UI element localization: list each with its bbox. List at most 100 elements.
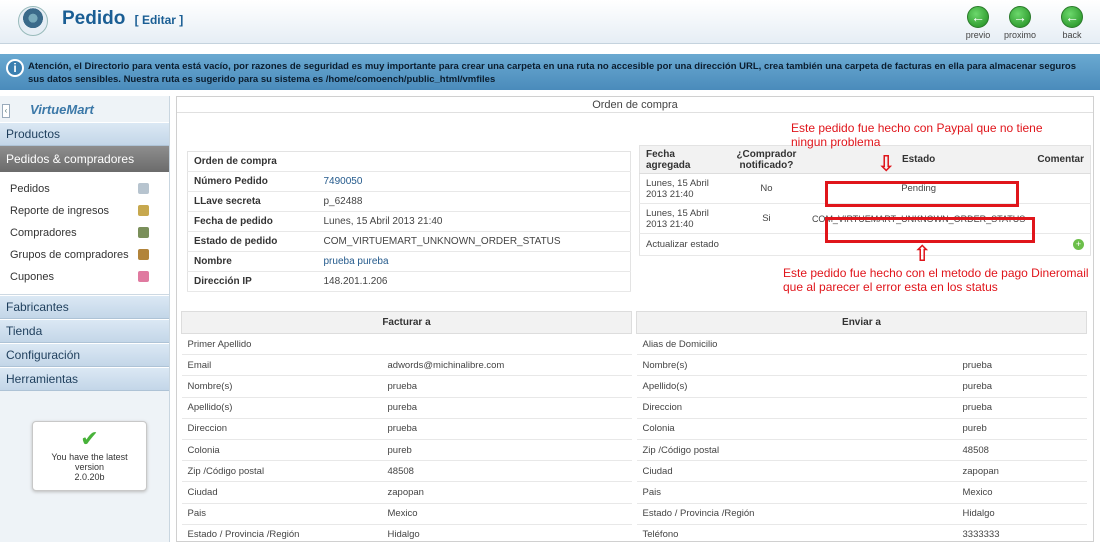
shipping-key: Direccion bbox=[636, 397, 957, 419]
shipping-value: prueba bbox=[956, 354, 1087, 377]
next-button[interactable]: → proximo bbox=[1000, 6, 1040, 40]
sidebar-item-compradores[interactable]: Compradores bbox=[0, 222, 169, 244]
order-key: Estado de pedido bbox=[187, 231, 318, 252]
status-comment bbox=[1031, 173, 1091, 204]
sidebar-item-label: Reporte de ingresos bbox=[10, 205, 110, 217]
order-key: Número Pedido bbox=[187, 171, 318, 192]
table-row: Email adwords@michinalibre.com bbox=[181, 354, 632, 377]
table-row: Ciudad zapopan bbox=[181, 481, 632, 504]
sidebar-item-reporte-ingresos[interactable]: Reporte de ingresos bbox=[0, 200, 169, 222]
sidebar-item-grupos-compradores[interactable]: Grupos de compradores bbox=[0, 244, 169, 266]
shipping-value: prueba bbox=[956, 397, 1087, 419]
column-header: Comentar bbox=[1031, 145, 1091, 174]
header: Pedido [ Editar ] ← previo → proximo ← b… bbox=[0, 0, 1100, 44]
shipping-key: Alias de Domicilio bbox=[636, 333, 957, 356]
sidebar-item-tienda[interactable]: Tienda bbox=[0, 319, 169, 343]
billing-key: Direccion bbox=[181, 418, 382, 440]
page-title: Pedido [ Editar ] bbox=[62, 8, 183, 30]
main-title: Orden de compra bbox=[177, 97, 1093, 113]
sidebar-item-configuracion[interactable]: Configuración bbox=[0, 343, 169, 367]
order-info-heading: Orden de compra bbox=[187, 151, 631, 172]
billing-key: Colonia bbox=[181, 439, 382, 462]
back-button[interactable]: ← back bbox=[1052, 6, 1092, 40]
back-label: back bbox=[1062, 30, 1082, 40]
table-row: Apellido(s) pureba bbox=[181, 397, 632, 419]
groups-icon bbox=[138, 249, 149, 260]
collapse-sidebar-icon[interactable]: ‹ bbox=[2, 104, 10, 118]
billing-key: Nombre(s) bbox=[181, 375, 382, 398]
table-row: Teléfono 3333333 bbox=[636, 524, 1087, 542]
shipping-key: Colonia bbox=[636, 418, 957, 440]
table-row: Estado / Provincia /Región Hidalgo bbox=[181, 524, 632, 542]
column-header: ¿Comprador notificado? bbox=[726, 145, 806, 174]
buyers-icon bbox=[138, 227, 149, 238]
sidebar-item-productos[interactable]: Productos bbox=[0, 122, 169, 146]
secret-key-value: p_62488 bbox=[317, 191, 631, 212]
sidebar-item-label: Grupos de compradores bbox=[10, 249, 129, 261]
arrow-down-icon: ⇩ bbox=[877, 151, 896, 176]
customer-name-link[interactable]: prueba pureba bbox=[317, 251, 631, 272]
sidebar-item-cupones[interactable]: Cupones bbox=[0, 266, 169, 288]
page-title-text: Pedido bbox=[62, 8, 126, 29]
shipping-heading: Enviar a bbox=[636, 311, 1087, 334]
table-row: Pais Mexico bbox=[636, 481, 1087, 504]
previous-button[interactable]: ← previo bbox=[958, 6, 998, 40]
order-key: Dirección IP bbox=[187, 271, 318, 292]
annotation-paypal: Este pedido fue hecho con Paypal que no … bbox=[791, 121, 1043, 149]
billing-key: Ciudad bbox=[181, 481, 382, 504]
billing-key: Estado / Provincia /Región bbox=[181, 524, 382, 542]
order-number[interactable]: 7490050 bbox=[317, 171, 631, 192]
table-row: Colonia pureb bbox=[181, 439, 632, 462]
orders-icon bbox=[138, 183, 149, 194]
sidebar: ‹ VirtueMart Productos Pedidos & comprad… bbox=[0, 96, 170, 542]
table-row: LLave secreta p_62488 bbox=[187, 191, 631, 212]
arrow-up-icon: ⇧ bbox=[913, 241, 932, 266]
app-logo-icon bbox=[18, 6, 48, 36]
next-label: proximo bbox=[1003, 30, 1036, 40]
table-row: Dirección IP 148.201.1.206 bbox=[187, 271, 631, 292]
sidebar-item-pedidos-compradores[interactable]: Pedidos & compradores bbox=[0, 146, 169, 172]
table-row: Pais Mexico bbox=[181, 503, 632, 525]
shipping-value bbox=[956, 333, 1087, 356]
billing-value bbox=[381, 333, 632, 356]
table-row: Direccion prueba bbox=[181, 418, 632, 440]
virtuemart-logo: VirtueMart bbox=[30, 102, 94, 117]
sidebar-item-label: Pedidos bbox=[10, 183, 50, 195]
billing-value: Mexico bbox=[381, 503, 632, 525]
table-row: Nombre prueba pureba bbox=[187, 251, 631, 272]
add-status-icon[interactable]: + bbox=[1073, 239, 1084, 250]
order-key: Fecha de pedido bbox=[187, 211, 318, 232]
billing-value: pureb bbox=[381, 439, 632, 462]
sidebar-item-fabricantes[interactable]: Fabricantes bbox=[0, 295, 169, 319]
shipping-key: Apellido(s) bbox=[636, 375, 957, 398]
shipping-key: Nombre(s) bbox=[636, 354, 957, 377]
coupon-icon bbox=[138, 271, 149, 282]
order-date-value: Lunes, 15 Abril 2013 21:40 bbox=[317, 211, 631, 232]
shipping-table: Enviar a Alias de Domicilio Nombre(s) pru… bbox=[636, 311, 1087, 542]
sidebar-item-herramientas[interactable]: Herramientas bbox=[0, 367, 169, 391]
edit-link[interactable]: [ Editar ] bbox=[135, 13, 184, 27]
table-row: Nombre(s) prueba bbox=[181, 375, 632, 398]
status-notified: Si bbox=[726, 203, 806, 234]
table-row: Fecha de pedido Lunes, 15 Abril 2013 21:4… bbox=[187, 211, 631, 232]
table-row: Zip /Código postal 48508 bbox=[181, 460, 632, 483]
report-icon bbox=[138, 205, 149, 216]
shipping-value: pureba bbox=[956, 375, 1087, 398]
status-comment bbox=[1031, 203, 1091, 234]
table-row: Colonia pureb bbox=[636, 418, 1087, 440]
previous-label: previo bbox=[965, 30, 991, 40]
sidebar-item-pedidos[interactable]: Pedidos bbox=[0, 178, 169, 200]
order-key: LLave secreta bbox=[187, 191, 318, 212]
sidebar-item-label: Cupones bbox=[10, 271, 55, 283]
version-number: 2.0.20b bbox=[74, 472, 105, 482]
shipping-key: Ciudad bbox=[636, 460, 957, 483]
arrow-left-icon: ← bbox=[967, 6, 989, 28]
table-row: Alias de Domicilio bbox=[636, 333, 1087, 356]
billing-heading: Facturar a bbox=[181, 311, 632, 334]
shipping-value: 48508 bbox=[956, 439, 1087, 462]
billing-key: Email bbox=[181, 354, 382, 377]
shipping-value: pureb bbox=[956, 418, 1087, 440]
billing-key: Pais bbox=[181, 503, 382, 525]
billing-value: adwords@michinalibre.com bbox=[381, 354, 632, 377]
billing-value: prueba bbox=[381, 418, 632, 440]
